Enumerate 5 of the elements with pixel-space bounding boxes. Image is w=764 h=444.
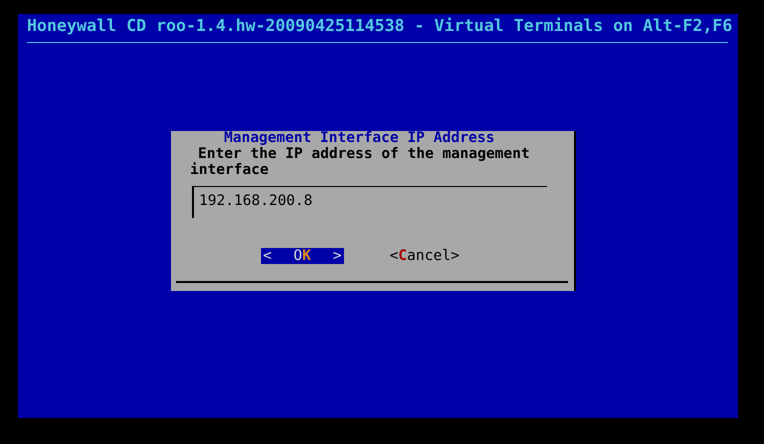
dialog-title: Management Interface IP Address (223, 131, 496, 146)
prompt-text: Enter the IP address of the management interface (190, 146, 531, 178)
dialog-button[interactable]: <Cancel> (388, 248, 462, 264)
dialog-button[interactable]: < OK > (261, 248, 344, 264)
ip-input-field[interactable]: 192.168.200.8 (192, 186, 547, 218)
